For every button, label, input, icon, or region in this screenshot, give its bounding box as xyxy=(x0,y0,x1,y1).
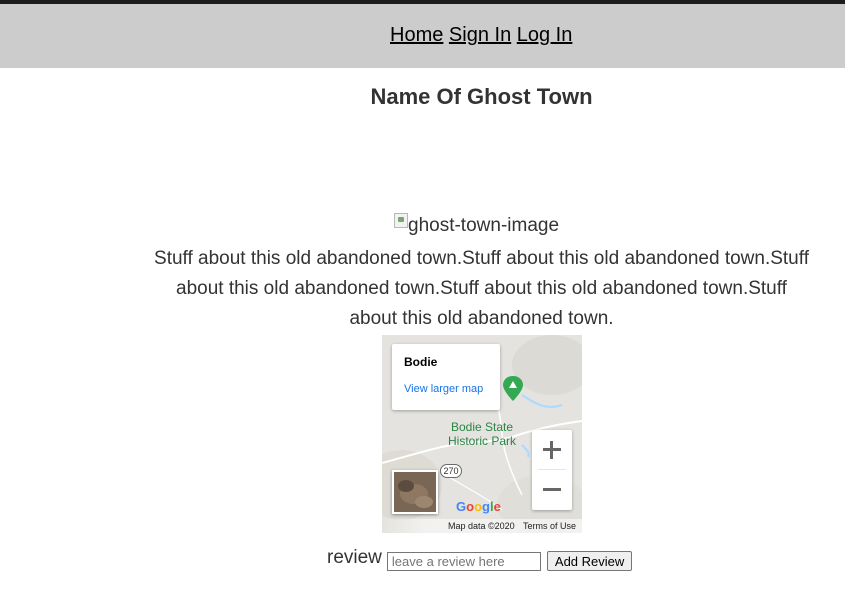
map-attribution: Map data ©2020 Terms of Use xyxy=(382,519,582,533)
google-logo-letter: o xyxy=(474,499,483,514)
google-logo: Google xyxy=(456,499,501,514)
street-view-thumbnail[interactable] xyxy=(392,470,438,514)
route-shield: 270 xyxy=(440,464,462,478)
minus-icon xyxy=(543,488,561,491)
nav-bar: Home Sign In Log In xyxy=(0,4,845,68)
nav-log-in-link[interactable]: Log In xyxy=(517,24,573,46)
map-info-card: Bodie View larger map xyxy=(392,344,500,410)
google-logo-letter: G xyxy=(456,499,467,514)
image-alt-text: ghost-town-image xyxy=(408,215,560,236)
zoom-control xyxy=(532,430,572,510)
zoom-out-button[interactable] xyxy=(532,470,572,510)
broken-image-icon xyxy=(394,212,408,228)
embedded-map[interactable]: Bodie View larger map Bodie State Histor… xyxy=(382,335,582,533)
google-logo-letter: e xyxy=(493,499,501,514)
town-description: Stuff about this old abandoned town.Stuf… xyxy=(154,248,809,329)
street-view-image xyxy=(394,472,436,512)
google-logo-letter: o xyxy=(466,499,475,514)
add-review-button[interactable]: Add Review xyxy=(546,551,633,571)
google-logo-letter: g xyxy=(482,499,490,514)
nav-home-link[interactable]: Home xyxy=(390,24,443,46)
map-data-text: Map data ©2020 xyxy=(447,521,515,531)
nav-sign-in-link[interactable]: Sign In xyxy=(449,24,511,46)
terms-of-use-link[interactable]: Terms of Use xyxy=(523,521,576,531)
view-larger-map-link[interactable]: View larger map xyxy=(404,382,484,396)
page-title: Name Of Ghost Town xyxy=(370,84,593,109)
review-label: review xyxy=(327,547,382,568)
nav-links: Home Sign In Log In xyxy=(390,24,572,47)
ghost-town-image: ghost-town-image xyxy=(394,212,560,238)
review-form: review Add Review xyxy=(327,546,633,571)
map-place-name: Bodie xyxy=(404,355,438,369)
park-label: Bodie State Historic Park xyxy=(447,420,516,448)
zoom-in-button[interactable] xyxy=(532,430,572,470)
review-input[interactable] xyxy=(386,551,541,571)
plus-icon-vertical xyxy=(550,441,553,459)
